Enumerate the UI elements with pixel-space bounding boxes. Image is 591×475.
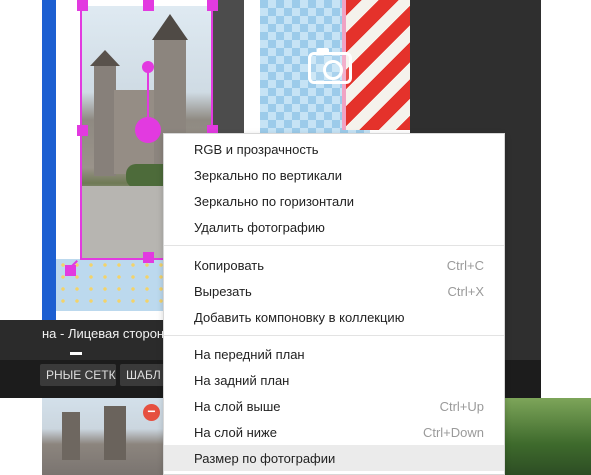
menu-item-label: Вырезать [194,284,252,299]
menu-item-rgb-transparency[interactable]: RGB и прозрачность [164,136,504,162]
menu-item-label: Зеркально по горизонтали [194,194,355,209]
menu-item-add-layout-to-collection[interactable]: Добавить компоновку в коллекцию [164,304,504,330]
menu-item-label: На задний план [194,373,290,388]
menu-item-shortcut: Ctrl+Up [439,399,484,414]
resize-handle-left[interactable] [77,125,88,136]
menu-item-label: Размер по фотографии [194,451,336,466]
menu-item-bring-to-front[interactable]: На передний план [164,341,504,367]
page-indicator[interactable] [70,352,82,355]
menu-item-flip-vertical[interactable]: Зеркально по вертикали [164,162,504,188]
left-margin [0,0,42,475]
striped-decoration[interactable] [342,0,410,130]
thumbnail-tower-right [104,406,126,460]
menu-item-layer-down[interactable]: На слой ниже Ctrl+Down [164,419,504,445]
context-menu: RGB и прозрачность Зеркально по вертикал… [163,133,505,475]
menu-item-label: Копировать [194,258,264,273]
menu-item-shortcut: Ctrl+C [446,258,484,273]
menu-item-copy[interactable]: Копировать Ctrl+C [164,252,504,278]
rotation-handle[interactable] [142,61,154,73]
menu-item-layer-up[interactable]: На слой выше Ctrl+Up [164,393,504,419]
menu-item-label: Удалить фотографию [194,220,325,235]
menu-item-send-to-back[interactable]: На задний план [164,367,504,393]
menu-item-label: Добавить компоновку в коллекцию [194,310,405,325]
menu-separator [164,245,504,246]
resize-handle-top-right[interactable] [207,0,218,11]
resize-handle-bottom[interactable] [143,252,154,263]
menu-item-label: На слой выше [194,399,281,414]
menu-item-shortcut: Ctrl+Down [422,425,484,440]
menu-item-label: На слой ниже [194,425,277,440]
menu-item-shortcut: Ctrl+X [447,284,484,299]
page-caption[interactable]: на - Лицевая сторона [42,326,171,341]
menu-item-delete-photo[interactable]: Удалить фотографию [164,214,504,240]
menu-item-fit-to-photo[interactable]: Размер по фотографии [164,445,504,471]
castle-left-tower [90,50,120,176]
menu-item-label: На передний план [194,347,305,362]
menu-item-cut[interactable]: Вырезать Ctrl+X [164,278,504,304]
resize-handle-bottom-left[interactable] [65,265,76,276]
toolbar-grids-button[interactable]: РНЫЕ СЕТКИ [40,364,116,386]
menu-item-flip-horizontal[interactable]: Зеркально по горизонтали [164,188,504,214]
thumbnail-tower-left [62,412,80,460]
menu-item-label: Зеркально по вертикали [194,168,342,183]
menu-item-label: RGB и прозрачность [194,142,319,157]
remove-icon[interactable]: − [143,404,160,421]
camera-icon[interactable] [308,48,352,84]
photo-thumbnail-forest[interactable] [505,398,591,475]
menu-separator [164,335,504,336]
move-handle[interactable] [135,117,161,143]
blue-layout-block[interactable] [42,0,56,322]
resize-handle-top-left[interactable] [77,0,88,11]
resize-handle-top[interactable] [143,0,154,11]
